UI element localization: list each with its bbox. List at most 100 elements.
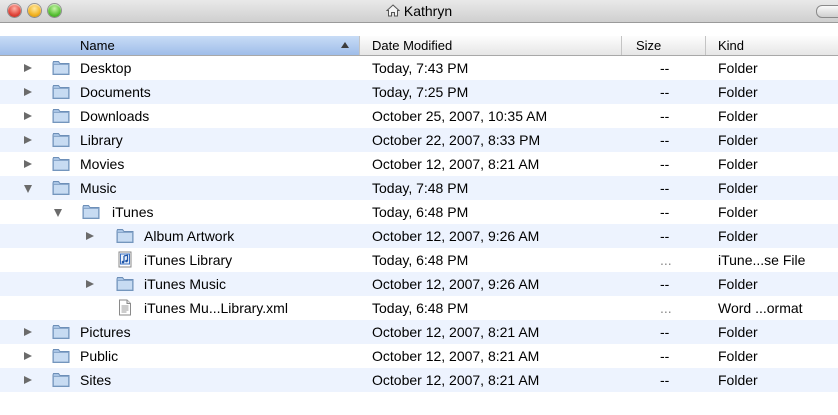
file-name: Sites <box>80 372 112 388</box>
disclosure-triangle-collapsed-icon[interactable] <box>86 280 94 288</box>
file-name: Album Artwork <box>144 228 235 244</box>
file-row[interactable]: iTunes Mu...Library.xml Today, 6:48 PM...… <box>0 296 838 320</box>
disclosure-triangle-collapsed-icon[interactable] <box>24 352 32 360</box>
file-row[interactable]: Desktop Today, 7:43 PM -- Folder <box>0 56 838 80</box>
file-kind: Folder <box>718 324 758 340</box>
file-size: -- <box>660 324 670 340</box>
file-kind: Folder <box>718 276 758 292</box>
file-row[interactable]: Documents Today, 7:25 PM -- Folder <box>0 80 838 104</box>
column-header-date[interactable]: Date Modified <box>360 36 622 55</box>
window-title: Kathryn <box>0 3 838 19</box>
disclosure-triangle-collapsed-icon[interactable] <box>24 136 32 144</box>
file-kind: Folder <box>718 156 758 172</box>
file-date-modified: October 22, 2007, 8:33 PM <box>372 132 541 148</box>
file-row[interactable]: iTunes Today, 6:48 PM -- Folder <box>0 200 838 224</box>
file-size: -- <box>660 132 670 148</box>
file-date-modified: October 12, 2007, 9:26 AM <box>372 276 540 292</box>
column-header-size[interactable]: Size <box>622 36 706 55</box>
column-header-name-label: Name <box>80 38 115 53</box>
column-header-kind[interactable]: Kind <box>706 36 838 55</box>
folder-icon <box>52 83 70 100</box>
folder-icon <box>52 155 70 172</box>
file-size: -- <box>660 228 670 244</box>
disclosure-triangle-collapsed-icon[interactable] <box>24 160 32 168</box>
disclosure-triangle-collapsed-icon[interactable] <box>24 88 32 96</box>
file-row[interactable]: Music Today, 7:48 PM -- Folder <box>0 176 838 200</box>
file-size: -- <box>660 108 670 124</box>
toolbar-toggle-button[interactable] <box>816 5 838 18</box>
sort-ascending-icon <box>341 42 349 48</box>
folder-icon <box>52 323 70 340</box>
disclosure-triangle-collapsed-icon[interactable] <box>24 328 32 336</box>
folder-icon <box>52 131 70 148</box>
file-name: Music <box>80 180 117 196</box>
file-date-modified: Today, 6:48 PM <box>372 204 469 220</box>
folder-icon <box>116 275 134 292</box>
title-bar[interactable]: Kathryn <box>0 0 838 23</box>
file-row[interactable]: iTunes Music October 12, 2007, 9:26 AM -- F… <box>0 272 838 296</box>
disclosure-triangle-collapsed-icon[interactable] <box>24 64 32 72</box>
file-date-modified: Today, 7:48 PM <box>372 180 469 196</box>
file-row[interactable]: Pictures October 12, 2007, 8:21 AM -- Folde… <box>0 320 838 344</box>
file-name: iTunes Mu...Library.xml <box>144 300 288 316</box>
file-name: iTunes Music <box>144 276 226 292</box>
file-kind: Folder <box>718 108 758 124</box>
file-row[interactable]: Album Artwork October 12, 2007, 9:26 AM --… <box>0 224 838 248</box>
file-name: Movies <box>80 156 125 172</box>
file-kind: Word ...ormat <box>718 300 803 316</box>
file-size: -- <box>660 180 670 196</box>
file-kind: Folder <box>718 84 758 100</box>
disclosure-triangle-collapsed-icon[interactable] <box>24 376 32 384</box>
file-size: -- <box>660 60 670 76</box>
column-header: Name Date Modified Size Kind <box>0 36 838 56</box>
column-header-kind-label: Kind <box>718 38 745 53</box>
disclosure-triangle-collapsed-icon[interactable] <box>86 232 94 240</box>
file-row[interactable]: Sites October 12, 2007, 8:21 AM -- Folder <box>0 368 838 392</box>
file-kind: Folder <box>718 348 758 364</box>
document-icon <box>116 299 134 316</box>
file-name: iTunes <box>112 204 154 220</box>
file-list: Desktop Today, 7:43 PM -- Folder Documents To… <box>0 56 838 392</box>
folder-icon <box>116 227 134 244</box>
file-name: Public <box>80 348 119 364</box>
file-name: Library <box>80 132 123 148</box>
file-date-modified: October 12, 2007, 8:21 AM <box>372 348 540 364</box>
disclosure-triangle-collapsed-icon[interactable] <box>24 112 32 120</box>
finder-window: Kathryn Name Date Modified Size Kind Des… <box>0 0 838 415</box>
file-date-modified: Today, 6:48 PM <box>372 252 469 268</box>
file-kind: iTune...se File <box>718 252 806 268</box>
folder-icon <box>82 203 100 220</box>
file-row[interactable]: Movies October 12, 2007, 8:21 AM -- Folder <box>0 152 838 176</box>
folder-icon <box>52 347 70 364</box>
file-kind: Folder <box>718 180 758 196</box>
file-kind: Folder <box>718 204 758 220</box>
file-date-modified: October 25, 2007, 10:35 AM <box>372 108 548 124</box>
folder-icon <box>52 371 70 388</box>
file-size: ... <box>660 252 672 268</box>
column-header-date-label: Date Modified <box>372 38 453 53</box>
file-name: iTunes Library <box>144 252 233 268</box>
home-icon <box>385 4 400 17</box>
file-date-modified: October 12, 2007, 9:26 AM <box>372 228 540 244</box>
file-row[interactable]: Public October 12, 2007, 8:21 AM -- Folder <box>0 344 838 368</box>
disclosure-triangle-expanded-icon[interactable] <box>54 209 62 217</box>
file-size: -- <box>660 348 670 364</box>
file-row[interactable]: Library October 22, 2007, 8:33 PM -- Folder <box>0 128 838 152</box>
itunes-file-icon <box>116 251 134 268</box>
column-header-name[interactable]: Name <box>0 36 360 55</box>
file-date-modified: October 12, 2007, 8:21 AM <box>372 324 540 340</box>
file-date-modified: Today, 7:25 PM <box>372 84 469 100</box>
file-row[interactable]: Downloads October 25, 2007, 10:35 AM -- Fol… <box>0 104 838 128</box>
file-name: Documents <box>80 84 151 100</box>
file-name: Downloads <box>80 108 150 124</box>
file-size: -- <box>660 84 670 100</box>
file-date-modified: Today, 7:43 PM <box>372 60 469 76</box>
file-row[interactable]: iTunes Library Today, 6:48 PM... iTune...s… <box>0 248 838 272</box>
disclosure-triangle-expanded-icon[interactable] <box>24 185 32 193</box>
file-date-modified: Today, 6:48 PM <box>372 300 469 316</box>
file-name: Pictures <box>80 324 131 340</box>
file-date-modified: October 12, 2007, 8:21 AM <box>372 372 540 388</box>
file-name: Desktop <box>80 60 132 76</box>
file-size: ... <box>660 300 672 316</box>
window-title-text: Kathryn <box>403 3 453 19</box>
